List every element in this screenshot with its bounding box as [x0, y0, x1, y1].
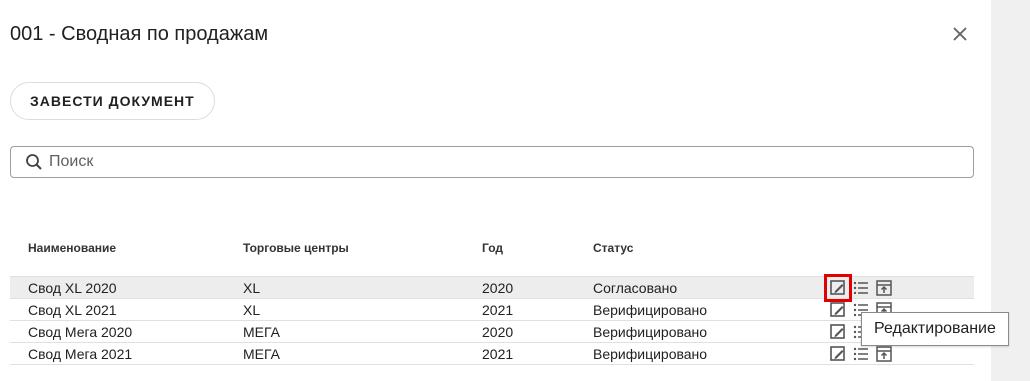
column-header-name[interactable]: Наименование	[28, 241, 116, 255]
page: 001 - Сводная по продажам ЗАВЕСТИ ДОКУМЕ…	[0, 0, 1030, 381]
cell-status: Верифицировано	[593, 346, 708, 362]
cell-status: Согласовано	[593, 280, 678, 296]
list-icon[interactable]	[851, 278, 871, 298]
search-input[interactable]	[49, 153, 949, 171]
row-actions	[824, 274, 894, 302]
cell-status: Верифицировано	[593, 302, 708, 318]
table-header: Наименование Торговые центры Год Статус	[10, 224, 974, 277]
table-body: Свод XL 2020 XL 2020 Согласовано Свод XL 202…	[10, 274, 974, 365]
cell-year: 2021	[482, 302, 514, 318]
cell-centers: XL	[243, 302, 261, 318]
cell-year: 2021	[482, 346, 514, 362]
cell-name: Свод XL 2021	[28, 302, 117, 318]
edit-icon[interactable]	[828, 300, 848, 320]
table-row[interactable]: Свод XL 2021 XL 2021 Верифицировано	[10, 299, 974, 321]
column-header-centers[interactable]: Торговые центры	[243, 241, 349, 255]
search-icon	[25, 153, 43, 171]
cell-name: Свод XL 2020	[28, 280, 117, 296]
search-box[interactable]	[10, 146, 974, 178]
edit-icon[interactable]	[828, 322, 848, 342]
column-header-year[interactable]: Год	[482, 241, 503, 255]
cell-centers: XL	[243, 280, 261, 296]
documents-table: Наименование Торговые центры Год Статус …	[10, 224, 974, 365]
list-icon[interactable]	[851, 344, 871, 364]
column-header-status[interactable]: Статус	[593, 241, 633, 255]
cell-name: Свод Мега 2021	[28, 346, 133, 362]
edit-tooltip: Редактирование	[861, 312, 1009, 346]
create-document-button[interactable]: ЗАВЕСТИ ДОКУМЕНТ	[10, 82, 215, 120]
cell-status: Верифицировано	[593, 324, 708, 340]
cell-year: 2020	[482, 324, 514, 340]
table-row[interactable]: Свод Мега 2021 МЕГА 2021 Верифицировано	[10, 343, 974, 365]
edit-icon[interactable]	[828, 344, 848, 364]
table-row[interactable]: Свод Мега 2020 МЕГА 2020 Верифицировано	[10, 321, 974, 343]
archive-icon[interactable]	[874, 278, 894, 298]
cell-centers: МЕГА	[243, 324, 280, 340]
row-actions	[828, 344, 894, 364]
cell-year: 2020	[482, 280, 514, 296]
archive-icon[interactable]	[874, 344, 894, 364]
dialog-title: 001 - Сводная по продажам	[10, 23, 269, 45]
cell-name: Свод Мега 2020	[28, 324, 133, 340]
cell-centers: МЕГА	[243, 346, 280, 362]
close-icon[interactable]	[950, 24, 970, 44]
edit-icon[interactable]	[824, 274, 852, 302]
table-row[interactable]: Свод XL 2020 XL 2020 Согласовано	[10, 274, 974, 302]
